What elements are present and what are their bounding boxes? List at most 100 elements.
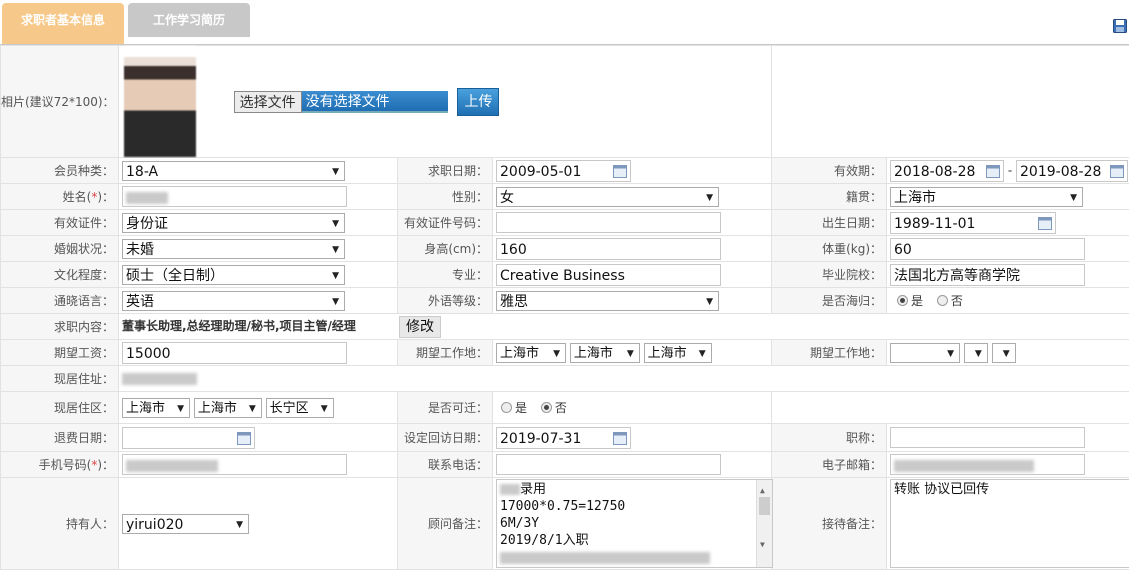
work-place-2-province-select[interactable]: ▼: [890, 342, 961, 363]
weight-label: 体重(kg)：: [771, 235, 888, 262]
birth-label: 出生日期：: [771, 209, 888, 236]
gender-select[interactable]: 女 ▼: [496, 186, 719, 207]
returnee-yes-radio[interactable]: [897, 295, 909, 306]
weight-input[interactable]: 60: [890, 237, 1086, 260]
chevron-down-icon: ▼: [947, 348, 955, 359]
returnee-no-label: 否: [950, 294, 963, 308]
choose-file-button[interactable]: 选择文件: [233, 90, 302, 113]
chevron-down-icon: ▼: [320, 403, 328, 414]
email-input[interactable]: [890, 454, 1086, 475]
native-select[interactable]: 上海市 ▼: [890, 186, 1084, 207]
photo-label: 相片(建议72*100)：: [0, 45, 119, 158]
redacted-address: [122, 373, 197, 385]
birth-input[interactable]: 1989-11-01: [890, 211, 1057, 234]
tab-basic-info[interactable]: 求职者基本信息: [2, 3, 124, 37]
redacted-note-name: [500, 484, 520, 495]
save-icon[interactable]: [1113, 19, 1127, 33]
id-type-label: 有效证件：: [0, 209, 119, 236]
photo-empty-cell: [771, 45, 1129, 158]
title-input[interactable]: [890, 427, 1086, 448]
foreign-level-select[interactable]: 雅思 ▼: [496, 290, 719, 311]
height-label: 身高(cm)：: [397, 235, 493, 262]
valid-period-separator: -: [1007, 163, 1013, 177]
language-select[interactable]: 英语 ▼: [122, 290, 345, 311]
id-number-label: 有效证件号码：: [397, 209, 493, 236]
applicant-form: 相片(建议72*100)： 选择文件 没有选择文件 上传 会员种类： 18-A ▼ …: [0, 45, 1129, 570]
salary-input[interactable]: 15000: [122, 341, 347, 364]
relocate-yes-label: 是: [515, 401, 528, 415]
work-place-2-district-select[interactable]: ▼: [991, 342, 1016, 363]
mobile-label: 手机号码(*)：: [0, 451, 119, 478]
relocate-yes-radio[interactable]: [501, 402, 512, 413]
work-place-2-city-select[interactable]: ▼: [963, 342, 988, 363]
chevron-down-icon: ▼: [332, 218, 339, 229]
member-type-select[interactable]: 18-A ▼: [122, 160, 345, 181]
consultant-note-label: 顾问备注：: [397, 477, 493, 570]
chevron-down-icon: ▼: [626, 348, 634, 359]
area-province-select[interactable]: 上海市 ▼: [122, 397, 190, 418]
returnee-no-radio[interactable]: [936, 295, 948, 306]
school-label: 毕业院校：: [771, 261, 888, 288]
redacted-email: [894, 460, 1035, 472]
id-type-select[interactable]: 身份证 ▼: [122, 212, 345, 233]
language-label: 通晓语言：: [0, 287, 119, 314]
calendar-icon[interactable]: [613, 164, 627, 178]
scroll-down-icon[interactable]: ▼: [760, 536, 765, 553]
visit-date-input[interactable]: 2019-07-31: [496, 426, 631, 449]
phone-label: 联系电话：: [397, 451, 493, 478]
consultant-note-textarea[interactable]: 录用 17000*0.75=12750 6M/3Y 2019/8/1入职 ▲ ▼: [496, 479, 773, 568]
area-district-select[interactable]: 长宁区 ▼: [265, 397, 334, 418]
calendar-icon[interactable]: [613, 431, 627, 445]
note-scrollbar[interactable]: ▲ ▼: [756, 480, 772, 567]
mobile-input[interactable]: [122, 454, 347, 475]
scroll-thumb[interactable]: [759, 497, 770, 515]
major-label: 专业：: [397, 261, 493, 288]
chevron-down-icon: ▼: [706, 192, 713, 203]
tab-bar: 求职者基本信息 工作学习简历: [0, 0, 1129, 45]
calendar-icon[interactable]: [1110, 164, 1125, 178]
name-input[interactable]: [122, 186, 347, 207]
redacted-mobile: [126, 460, 218, 472]
chevron-down-icon: ▼: [248, 403, 256, 414]
valid-from-input[interactable]: 2018-08-28: [890, 159, 1005, 182]
expire-date-input[interactable]: [122, 426, 255, 449]
returnee-yes-label: 是: [911, 294, 924, 308]
work-place-province-select[interactable]: 上海市 ▼: [496, 342, 566, 363]
work-place-district-select[interactable]: 上海市 ▼: [643, 342, 712, 363]
reception-note-textarea[interactable]: 转账 协议已回传: [890, 479, 1129, 568]
education-select[interactable]: 硕士（全日制） ▼: [122, 264, 345, 285]
calendar-icon[interactable]: [1038, 216, 1053, 230]
modify-button[interactable]: 修改: [399, 315, 441, 338]
relocate-no-label: 否: [554, 401, 567, 415]
tab-work-history[interactable]: 工作学习简历: [128, 3, 250, 37]
marital-select[interactable]: 未婚 ▼: [122, 238, 345, 259]
relocate-no-radio[interactable]: [540, 402, 552, 413]
tab-active-indicator: [2, 37, 124, 44]
major-input[interactable]: Creative Business: [496, 263, 721, 286]
upload-button[interactable]: 上传: [457, 87, 500, 116]
address-label: 现居住址：: [0, 365, 119, 392]
school-input[interactable]: 法国北方高等商学院: [890, 263, 1086, 286]
reception-note-label: 接待备注：: [771, 477, 888, 570]
chevron-down-icon: ▼: [236, 519, 243, 530]
holder-select[interactable]: yirui020 ▼: [122, 513, 249, 534]
chevron-down-icon: ▼: [332, 166, 339, 177]
job-date-input[interactable]: 2009-05-01: [496, 159, 631, 182]
chevron-down-icon: ▼: [177, 403, 184, 414]
chevron-down-icon: ▼: [706, 296, 713, 307]
calendar-icon[interactable]: [986, 164, 1001, 178]
job-date-label: 求职日期：: [397, 157, 493, 184]
area-empty-cell: [771, 391, 1129, 424]
chevron-down-icon: ▼: [332, 296, 339, 307]
calendar-icon[interactable]: [237, 431, 251, 445]
work-place-2-label: 期望工作地：: [771, 339, 888, 366]
expire-date-label: 退费日期：: [0, 423, 119, 452]
height-input[interactable]: 160: [496, 237, 721, 260]
area-city-select[interactable]: 上海市 ▼: [193, 397, 262, 418]
id-number-input[interactable]: [496, 212, 721, 233]
foreign-level-label: 外语等级：: [397, 287, 493, 314]
returnee-label: 是否海归：: [771, 287, 888, 314]
valid-to-input[interactable]: 2019-08-28: [1016, 159, 1129, 182]
work-place-city-select[interactable]: 上海市 ▼: [569, 342, 640, 363]
phone-input[interactable]: [496, 454, 721, 475]
